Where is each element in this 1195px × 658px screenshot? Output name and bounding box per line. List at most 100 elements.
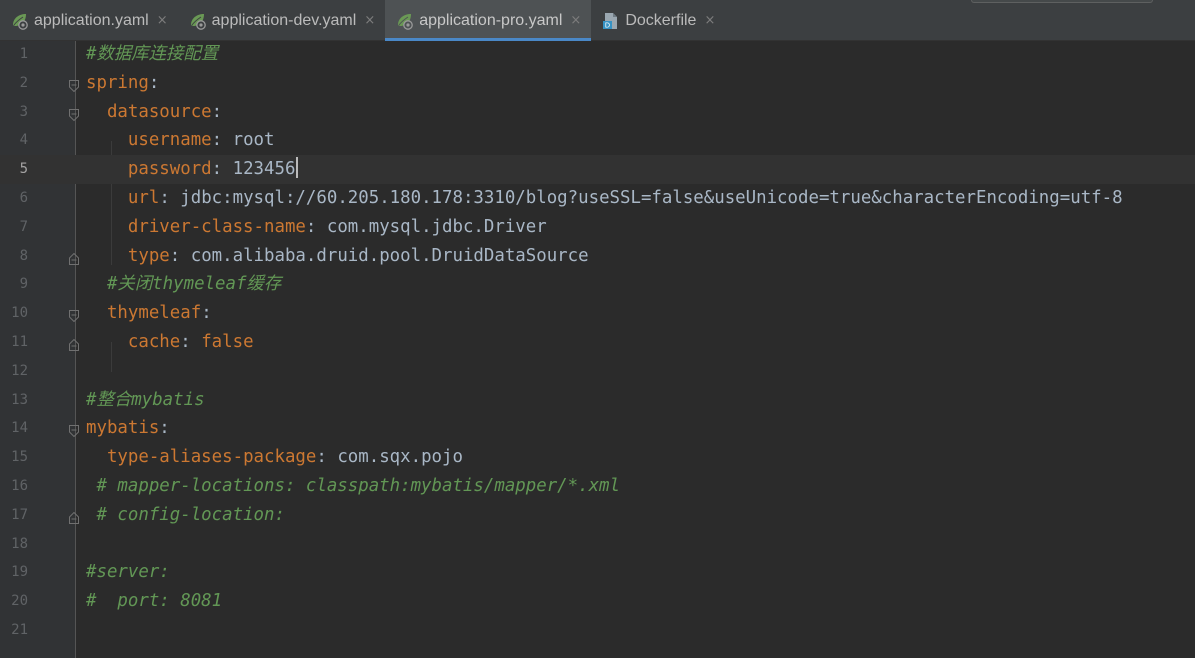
code-line[interactable]: 16 # mapper-locations: classpath:mybatis… (0, 472, 1195, 501)
code-token: : (180, 332, 202, 352)
spring-yaml-icon (395, 11, 415, 31)
search-field[interactable] (971, 0, 1153, 3)
code-text: thymeleaf: (86, 299, 212, 328)
code-line[interactable]: 13 #整合mybatis (0, 386, 1195, 415)
code-text: #数据库连接配置 (86, 40, 218, 69)
code-line[interactable]: 7 driver-class-name: com.mysql.jdbc.Driv… (0, 213, 1195, 242)
code-token: driver-class-name (127, 216, 306, 237)
code-line[interactable]: 11 cache: false (0, 328, 1195, 357)
code-token: : (316, 447, 338, 468)
close-icon[interactable]: × (570, 13, 581, 28)
editor-tab-bar: application.yaml × application-dev.yaml … (0, 0, 1195, 41)
code-token: : (305, 216, 327, 237)
spring-yaml-icon (188, 11, 208, 31)
line-number: 8 (19, 247, 28, 264)
code-token: : (201, 303, 212, 324)
line-number: 14 (11, 420, 28, 437)
tab-dockerfile[interactable]: D Dockerfile × (591, 0, 725, 41)
code-token: url (127, 188, 160, 208)
code-line[interactable]: 19 #server: (0, 558, 1195, 587)
code-token: 123456 (232, 159, 296, 180)
code-token: : (211, 130, 233, 151)
code-token: false (201, 332, 254, 352)
code-line[interactable]: 12 (0, 357, 1195, 386)
code-text: type: com.alibaba.druid.pool.DruidDataSo… (86, 242, 589, 271)
code-line[interactable]: 6 url: jdbc:mysql://60.205.180.178:3310/… (0, 184, 1195, 213)
code-text: password: 123456 (86, 155, 299, 184)
tab-label: application-dev.yaml (211, 11, 357, 29)
code-line[interactable]: 14 mybatis: (0, 414, 1195, 443)
code-token: type-aliases-package (106, 447, 317, 468)
code-text: # port: 8081 (86, 587, 222, 616)
code-token: : (211, 101, 223, 122)
code-editor[interactable]: 1 #数据库连接配置 2 spring: 3 datasource: 4 username… (0, 41, 1195, 658)
code-token: root (232, 130, 275, 151)
code-line[interactable]: 10 thymeleaf: (0, 299, 1195, 328)
tab-application-dev-yaml[interactable]: application-dev.yaml × (178, 0, 386, 41)
fold-open-icon[interactable] (69, 422, 79, 438)
code-text: #关闭thymeleaf缓存 (86, 270, 281, 299)
line-number: 6 (19, 190, 28, 206)
fold-end-icon[interactable] (69, 250, 79, 265)
code-token: spring (86, 72, 149, 93)
line-number: 4 (19, 132, 28, 149)
line-number: 9 (19, 276, 28, 293)
code-line[interactable]: 15 type-aliases-package: com.sqx.pojo (0, 443, 1195, 472)
fold-end-icon[interactable] (69, 509, 79, 524)
code-line[interactable]: 21 (0, 616, 1195, 645)
tab-application-pro-yaml[interactable]: application-pro.yaml × (385, 0, 592, 41)
code-text: mybatis: (86, 414, 170, 443)
code-line[interactable]: 17 # config-location: (0, 501, 1195, 530)
code-text: datasource: (86, 98, 222, 127)
code-line[interactable]: 20 # port: 8081 (0, 587, 1195, 616)
code-text: type-aliases-package: com.sqx.pojo (86, 443, 463, 472)
line-number: 15 (11, 449, 28, 466)
code-text: cache: false (86, 328, 254, 357)
close-icon[interactable]: × (157, 13, 168, 28)
code-line[interactable]: 18 (0, 530, 1195, 559)
close-icon[interactable]: × (704, 13, 715, 28)
code-line[interactable]: 5 password: 123456 (0, 155, 1195, 184)
close-icon[interactable]: × (364, 13, 375, 28)
line-number: 11 (11, 334, 28, 350)
code-line[interactable]: 9 #关闭thymeleaf缓存 (0, 270, 1195, 299)
tab-label: application.yaml (34, 11, 149, 29)
code-line[interactable]: 2 spring: (0, 69, 1195, 98)
line-number: 18 (11, 535, 28, 552)
code-token: thymeleaf (106, 303, 202, 324)
spring-yaml-icon (10, 11, 30, 31)
code-token: : (148, 72, 160, 93)
code-text: username: root (86, 126, 275, 155)
code-line[interactable]: 3 datasource: (0, 98, 1195, 127)
fold-open-icon[interactable] (69, 106, 79, 121)
tab-label: application-pro.yaml (419, 11, 563, 29)
svg-text:D: D (605, 21, 610, 29)
tab-application-yaml[interactable]: application.yaml × (0, 0, 178, 41)
code-line[interactable]: 4 username: root (0, 126, 1195, 155)
code-line[interactable]: 8 type: com.alibaba.druid.pool.DruidData… (0, 242, 1195, 271)
code-token: #关闭thymeleaf缓存 (106, 274, 282, 295)
code-token: # config-location: (96, 504, 285, 525)
line-number: 3 (19, 103, 28, 120)
fold-open-icon[interactable] (69, 307, 79, 323)
code-token: #server: (86, 562, 170, 583)
line-number: 5 (19, 161, 28, 178)
code-token: datasource (106, 101, 212, 122)
code-text: # config-location: (86, 501, 285, 530)
line-number: 1 (19, 46, 28, 62)
code-token: : (169, 245, 191, 266)
code-token: com.alibaba.druid.pool.DruidDataSource (190, 245, 589, 266)
line-number: 20 (11, 593, 28, 610)
dockerfile-icon: D (601, 11, 621, 31)
code-line[interactable]: 1 #数据库连接配置 (0, 40, 1195, 69)
fold-open-icon[interactable] (69, 77, 79, 93)
fold-end-icon[interactable] (69, 336, 79, 351)
